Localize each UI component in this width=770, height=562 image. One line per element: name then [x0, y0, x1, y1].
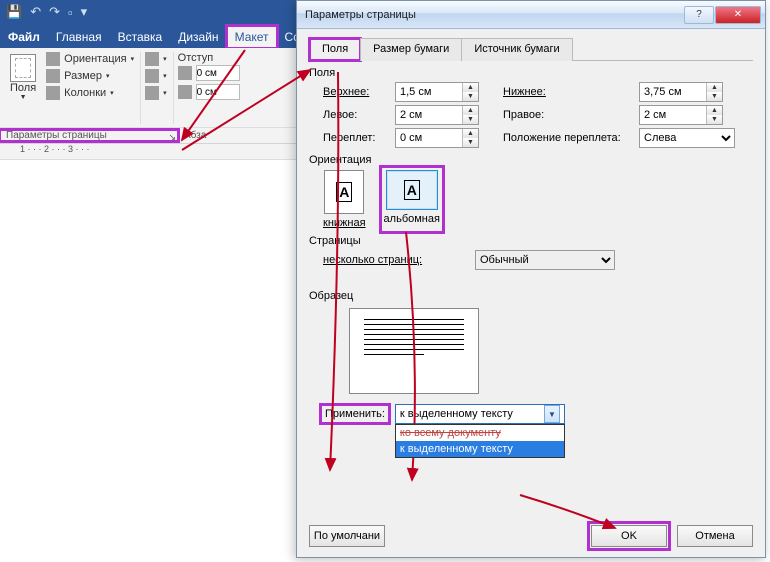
- gutter-input[interactable]: ▲▼: [395, 128, 479, 148]
- tab-fields[interactable]: Поля: [309, 38, 361, 61]
- orientation-portrait[interactable]: A книжная: [323, 170, 366, 229]
- gutter-label: Переплет:: [323, 132, 389, 144]
- tab-paper-size[interactable]: Размер бумаги: [360, 38, 462, 61]
- apply-to-label: Применить:: [323, 407, 387, 421]
- ribbon-layout: Поля ▼ Ориентация▾ Размер▾ Колонки▾ ▾ ▾ …: [0, 48, 300, 144]
- orientation-icon: [46, 52, 60, 66]
- indent-left-input[interactable]: [196, 65, 240, 81]
- indent-left-icon: [178, 66, 192, 80]
- dialog-launcher-icon[interactable]: ↘: [168, 132, 176, 143]
- save-icon[interactable]: 💾: [6, 4, 22, 20]
- breaks-icon: [145, 52, 159, 66]
- hyphenation-button[interactable]: ▾: [145, 86, 167, 100]
- cancel-button[interactable]: Отмена: [677, 525, 753, 547]
- redo-icon[interactable]: ↷: [49, 4, 60, 20]
- close-button[interactable]: ✕: [715, 6, 761, 24]
- margin-right-label: Правое:: [503, 109, 633, 121]
- indent-right-input[interactable]: [196, 84, 240, 100]
- preview-group-label: Образец: [309, 290, 753, 302]
- size-icon: [46, 69, 60, 83]
- section-page-setup[interactable]: Параметры страницы ↘: [0, 130, 178, 141]
- new-doc-icon[interactable]: ▫: [68, 5, 73, 20]
- preview-thumbnail: [349, 308, 479, 394]
- margins-icon: [10, 54, 36, 82]
- indent-label: Отступ: [178, 52, 240, 64]
- portrait-icon: A: [324, 170, 364, 214]
- margin-top-input[interactable]: ▲▼: [395, 82, 479, 102]
- gutter-pos-select[interactable]: Слева: [639, 128, 735, 148]
- page-setup-dialog: Параметры страницы ? ✕ Поля Размер бумаг…: [296, 0, 766, 558]
- ruler[interactable]: 1 · · · 2 · · · 3 · · ·: [0, 144, 300, 160]
- quick-access-toolbar: 💾 ↶ ↷ ▫ ▾: [0, 0, 300, 24]
- apply-opt-whole-doc[interactable]: ко всему документу: [396, 425, 564, 441]
- margin-right-input[interactable]: ▲▼: [639, 105, 723, 125]
- indent-right-icon: [178, 85, 192, 99]
- orientation-landscape[interactable]: A альбомная: [384, 170, 440, 229]
- tab-layout[interactable]: Макет: [227, 26, 277, 48]
- tab-insert[interactable]: Вставка: [110, 26, 171, 48]
- ribbon-tabs: Файл Главная Вставка Дизайн Макет Ссы: [0, 24, 300, 48]
- chevron-down-icon: ▼: [20, 94, 27, 101]
- columns-button[interactable]: Колонки▾: [46, 86, 134, 100]
- document-area: 1 · · · 2 · · · 3 · · ·: [0, 144, 300, 558]
- word-app-window: 💾 ↶ ↷ ▫ ▾ Файл Главная Вставка Дизайн Ма…: [0, 0, 300, 558]
- apply-opt-selection[interactable]: к выделенному тексту: [396, 441, 564, 457]
- dialog-title: Параметры страницы: [305, 9, 416, 21]
- columns-icon: [46, 86, 60, 100]
- document-page[interactable]: [0, 162, 300, 562]
- apply-to-dropdown[interactable]: к выделенному тексту▼ ко всему документу…: [395, 404, 565, 424]
- margin-left-input[interactable]: ▲▼: [395, 105, 479, 125]
- ok-button[interactable]: OK: [591, 525, 667, 547]
- gutter-pos-label: Положение переплета:: [503, 132, 633, 144]
- orientation-group-label: Ориентация: [309, 154, 753, 166]
- margin-bottom-input[interactable]: ▲▼: [639, 82, 723, 102]
- pages-group-label: Страницы: [309, 235, 753, 247]
- line-numbers-button[interactable]: ▾: [145, 69, 167, 83]
- dialog-tabs: Поля Размер бумаги Источник бумаги: [309, 37, 753, 61]
- multi-pages-select[interactable]: Обычный: [475, 250, 615, 270]
- multi-pages-label: несколько страниц:: [323, 254, 463, 266]
- qat-more-icon[interactable]: ▾: [81, 4, 88, 20]
- undo-icon[interactable]: ↶: [30, 4, 41, 20]
- orientation-button[interactable]: Ориентация▾: [46, 52, 134, 66]
- margin-bottom-label: Нижнее:: [503, 86, 633, 98]
- line-numbers-icon: [145, 69, 159, 83]
- tab-paper-source[interactable]: Источник бумаги: [461, 38, 572, 61]
- chevron-down-icon: ▼: [544, 405, 560, 423]
- default-button[interactable]: По умолчани: [309, 525, 385, 547]
- tab-file[interactable]: Файл: [0, 26, 48, 48]
- margin-top-label: Верхнее:: [323, 86, 389, 98]
- apply-to-dropdown-list: ко всему документу к выделенному тексту: [395, 424, 565, 458]
- margins-label: Поля: [10, 82, 36, 94]
- help-button[interactable]: ?: [684, 6, 714, 24]
- hyphenation-icon: [145, 86, 159, 100]
- breaks-button[interactable]: ▾: [145, 52, 167, 66]
- tab-home[interactable]: Главная: [48, 26, 110, 48]
- fields-group-label: Поля: [309, 67, 753, 79]
- dialog-titlebar[interactable]: Параметры страницы ? ✕: [297, 1, 765, 29]
- landscape-icon: A: [386, 170, 438, 210]
- section-paragraph: Абза: [178, 130, 212, 141]
- size-button[interactable]: Размер▾: [46, 69, 134, 83]
- margins-button[interactable]: Поля ▼: [6, 52, 40, 124]
- tab-design[interactable]: Дизайн: [170, 26, 226, 48]
- margin-left-label: Левое:: [323, 109, 389, 121]
